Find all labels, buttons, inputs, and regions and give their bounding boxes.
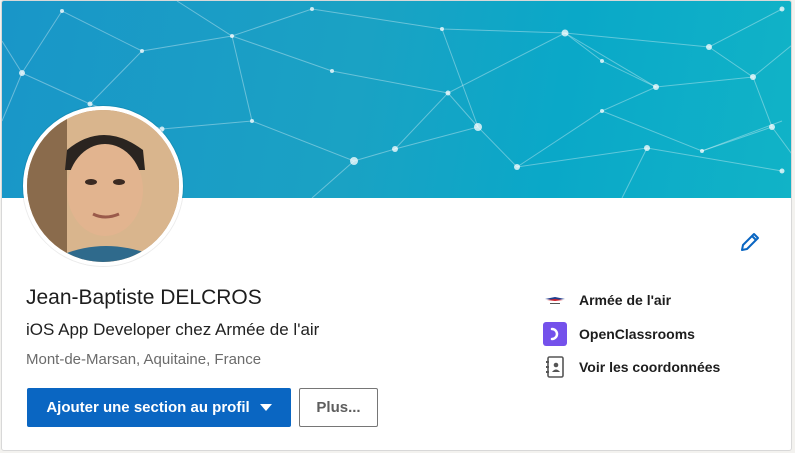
pencil-icon: [741, 233, 759, 251]
sidebar-item-openclassrooms[interactable]: OpenClassrooms: [542, 321, 695, 346]
openclassrooms-logo-icon: [542, 321, 567, 346]
edit-profile-button[interactable]: [738, 230, 762, 254]
profile-headline: iOS App Developer chez Armée de l'air: [26, 320, 320, 339]
avatar-photo: [27, 110, 179, 262]
caret-down-icon: [259, 404, 272, 411]
sidebar-item-label: OpenClassrooms: [579, 325, 695, 342]
sidebar-item-label: Armée de l'air: [579, 291, 672, 308]
sidebar-item-label: Voir les coordonnées: [579, 358, 721, 375]
profile-location: Mont-de-Marsan, Aquitaine, France: [26, 351, 262, 368]
sidebar-item-armee-de-lair[interactable]: Armée de l'air: [542, 287, 671, 312]
profile-avatar[interactable]: [23, 106, 183, 266]
sidebar-item-contact-info[interactable]: Voir les coordonnées: [542, 354, 720, 379]
add-profile-section-button[interactable]: Ajouter une section au profil: [27, 388, 291, 427]
add-profile-section-label: Ajouter une section au profil: [46, 399, 250, 416]
more-button[interactable]: Plus...: [299, 388, 378, 427]
more-button-label: Plus...: [316, 399, 361, 416]
profile-card: Jean-Baptiste DELCROS iOS App Developer …: [1, 0, 792, 451]
armee-de-lair-logo-icon: [542, 287, 567, 312]
profile-name: Jean-Baptiste DELCROS: [26, 286, 262, 309]
contact-card-icon: [542, 354, 567, 379]
